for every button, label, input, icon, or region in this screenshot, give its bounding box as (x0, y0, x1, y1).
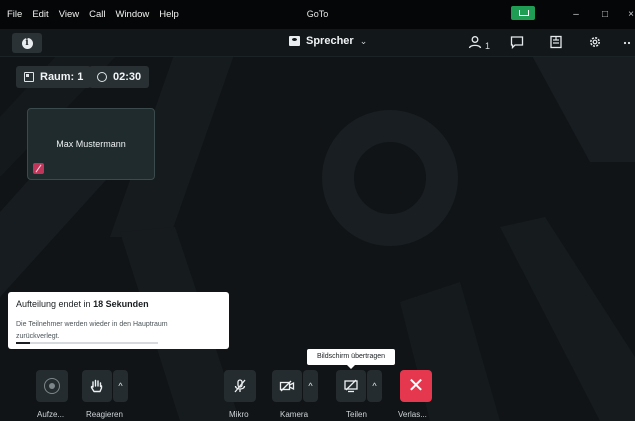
camera-label: Kamera (280, 410, 309, 419)
breakout-notification: Aufteilung endet in 18 Sekunden Die Teil… (8, 292, 229, 349)
progress-fill (16, 342, 30, 344)
chevron-up-icon: ^ (308, 381, 313, 391)
close-window-button[interactable]: × (624, 0, 635, 29)
timer-label: 02:30 (113, 71, 142, 83)
mic-button[interactable] (224, 370, 256, 402)
progress-track (16, 342, 158, 344)
room-icon (24, 72, 34, 82)
speaker-view-icon (289, 36, 300, 46)
chevron-up-icon: ^ (372, 381, 377, 391)
camera-options-button[interactable]: ^ (303, 370, 318, 402)
participant-name: Max Mustermann (56, 139, 126, 149)
notification-countdown: 18 Sekunden (93, 299, 149, 309)
maximize-button[interactable]: □ (598, 0, 612, 29)
record-label: Aufze... (37, 410, 65, 419)
react-options-button[interactable]: ^ (113, 370, 128, 402)
layout-selector[interactable]: Sprecher ⌄ (289, 35, 367, 47)
mic-off-icon (33, 163, 44, 174)
room-badge: Raum: 1 (16, 66, 92, 88)
timer-badge: 02:30 (89, 66, 150, 88)
minimize-button[interactable]: – (569, 0, 583, 29)
participants-button[interactable] (464, 31, 486, 53)
info-button[interactable]: i (12, 33, 42, 53)
chevron-up-icon: ^ (118, 381, 123, 391)
notes-button[interactable] (545, 31, 567, 53)
notification-title: Aufteilung endet in 18 Sekunden (16, 299, 149, 309)
room-label: Raum: 1 (40, 71, 84, 83)
close-icon: ✕ (407, 375, 425, 397)
gear-icon (590, 37, 600, 47)
menu-view[interactable]: View (54, 0, 84, 29)
menu-call[interactable]: Call (84, 0, 110, 29)
clock-icon (97, 72, 107, 82)
menu-window[interactable]: Window (110, 0, 154, 29)
mic-off-icon (234, 379, 246, 393)
person-icon (468, 36, 482, 49)
cast-icon[interactable] (511, 6, 535, 20)
hand-icon (90, 379, 103, 393)
react-label: Reagieren (86, 410, 123, 419)
react-button[interactable] (82, 370, 112, 402)
notification-title-prefix: Aufteilung endet in (16, 299, 94, 309)
top-toolbar: i Sprecher ⌄ (0, 29, 635, 57)
menu-help[interactable]: Help (154, 0, 184, 29)
info-icon: i (21, 37, 33, 49)
share-label: Teilen (346, 410, 367, 419)
camera-button[interactable] (272, 370, 302, 402)
share-button[interactable] (336, 370, 366, 402)
menu-bar: File Edit View Call Window Help (0, 0, 184, 29)
menu-file[interactable]: File (2, 0, 27, 29)
leave-label: Verlas... (398, 410, 427, 419)
participant-count: 1 (485, 41, 491, 51)
chevron-down-icon: ⌄ (359, 35, 368, 46)
layout-label: Sprecher (306, 35, 354, 47)
menu-edit[interactable]: Edit (27, 0, 53, 29)
app-title: GoTo (306, 9, 329, 19)
share-screen-off-icon (344, 379, 358, 393)
share-options-button[interactable]: ^ (367, 370, 382, 402)
chat-icon (510, 36, 524, 49)
chat-button[interactable] (506, 31, 528, 53)
title-bar: File Edit View Call Window Help GoTo – □… (0, 0, 635, 29)
more-button[interactable] (618, 31, 635, 53)
settings-button[interactable] (584, 31, 606, 53)
record-button[interactable] (36, 370, 68, 402)
participant-tile[interactable]: Max Mustermann (27, 108, 155, 180)
share-tooltip: Bildschirm übertragen (307, 349, 395, 369)
notification-description: Die Teilnehmer werden wieder in den Haup… (16, 321, 168, 340)
camera-off-icon (279, 380, 295, 392)
mic-label: Mikro (229, 410, 249, 419)
leave-button[interactable]: ✕ (400, 370, 432, 402)
notes-icon (550, 35, 562, 49)
record-icon (44, 378, 60, 394)
more-icon (623, 41, 630, 45)
